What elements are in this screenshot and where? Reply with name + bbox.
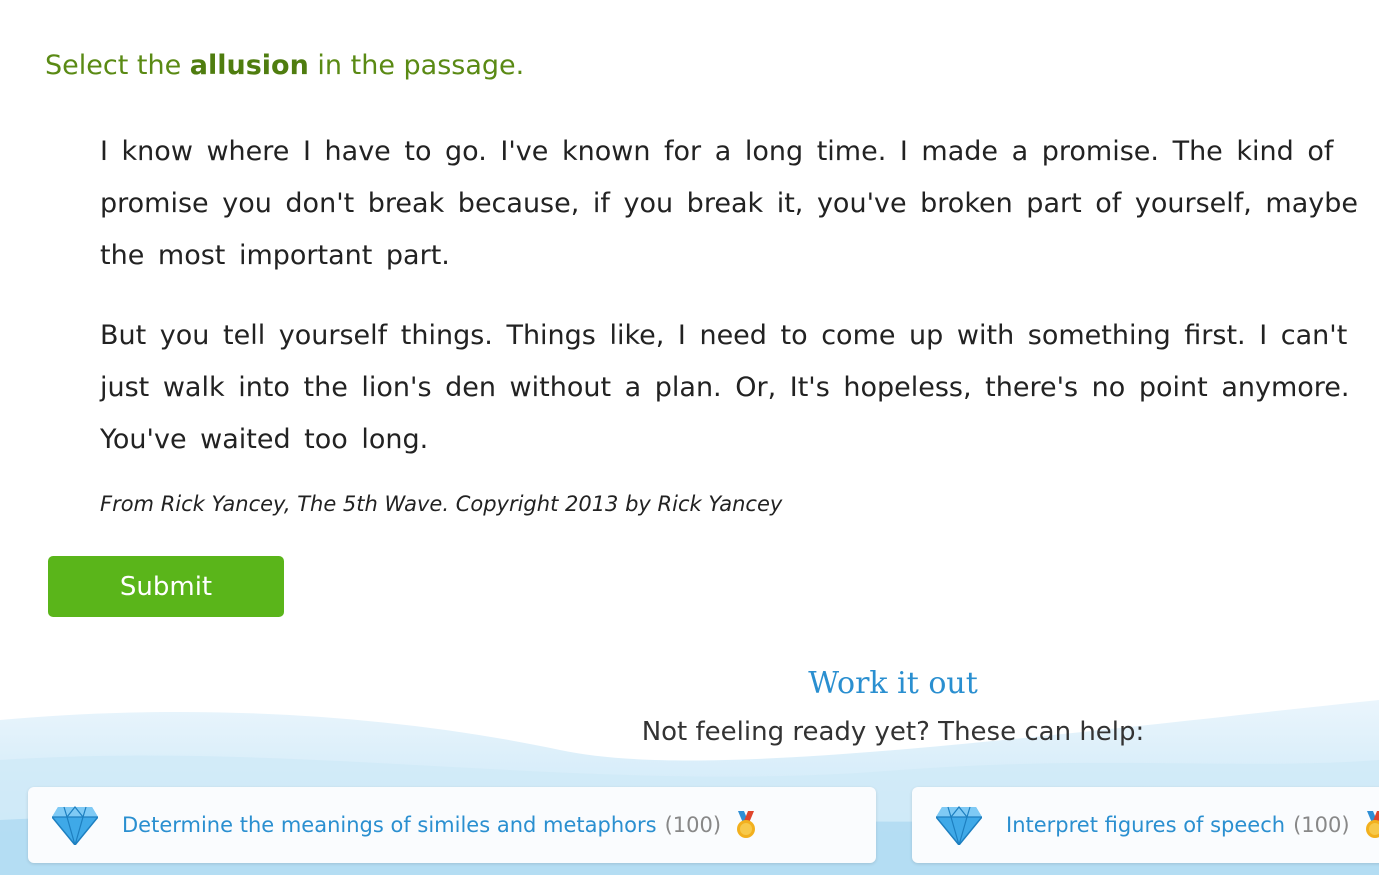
help-card-label: Determine the meanings of similes and me…	[122, 813, 657, 837]
passage-source: From Rick Yancey, The 5th Wave. Copyrigh…	[100, 492, 783, 516]
question-prompt: Select the allusion in the passage.	[45, 50, 525, 81]
medal-icon	[1365, 811, 1379, 838]
passage-paragraph-1: I know where I have to go. I've known fo…	[100, 126, 1365, 282]
help-card-label: Interpret figures of speech	[1006, 813, 1286, 837]
medal-icon	[737, 811, 756, 838]
diamond-icon	[52, 806, 98, 845]
passage-sentence[interactable]: I've known for a long time.	[500, 136, 886, 167]
prompt-keyword: allusion	[189, 50, 309, 81]
help-card-count: (100)	[664, 813, 722, 837]
passage-paragraph-2: But you tell yourself things. Things lik…	[100, 310, 1365, 466]
passage-sentence[interactable]: You've waited too long.	[100, 424, 428, 455]
passage: I know where I have to go. I've known fo…	[100, 126, 1365, 466]
passage-sentence[interactable]: I made a promise.	[900, 136, 1159, 167]
work-it-out-title: Work it out	[808, 666, 978, 701]
help-card-figures-of-speech[interactable]: Interpret figures of speech (100)	[912, 787, 1379, 863]
passage-sentence[interactable]: But you tell yourself things.	[100, 320, 493, 351]
passage-sentence[interactable]: Or, It's hopeless, there's no point anym…	[735, 372, 1349, 403]
practice-page: Select the allusion in the passage. I kn…	[0, 0, 1379, 875]
help-subtitle: Not feeling ready yet? These can help:	[641, 717, 1145, 747]
help-card-similes-metaphors[interactable]: Determine the meanings of similes and me…	[28, 787, 876, 863]
passage-sentence[interactable]: I know where I have to go.	[100, 136, 487, 167]
help-card-count: (100)	[1293, 813, 1350, 837]
submit-button[interactable]: Submit	[48, 556, 284, 617]
diamond-icon	[936, 806, 982, 845]
passage-sentence[interactable]: Things like, I need to come up with some…	[506, 320, 1245, 351]
